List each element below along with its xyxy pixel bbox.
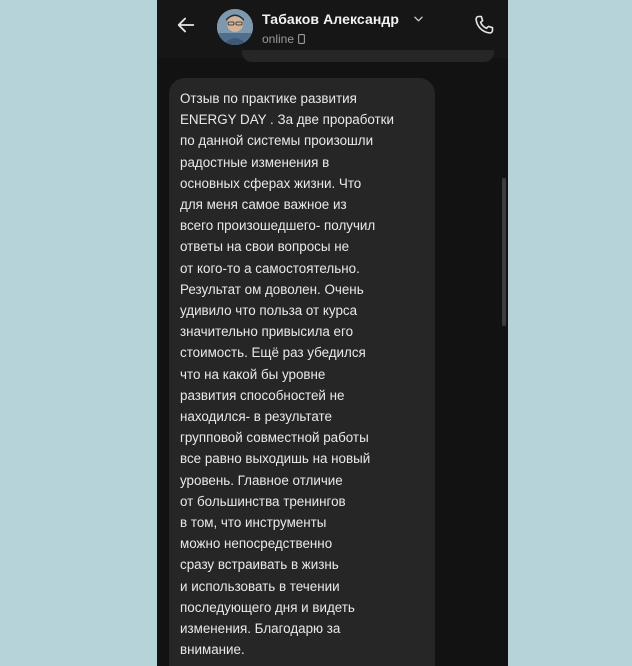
message-line: значительно привысила его [180,324,354,340]
phone-call-icon[interactable] [472,13,496,37]
message-line: от большинства тренингов [180,493,346,509]
message-bubble[interactable]: Отзыв по практике развития ENERGY DAY . … [169,78,435,666]
message-line: ответы на свои вопросы не [180,239,350,255]
message-line: последующего дня и видеть [180,599,355,615]
message-line: Отзыв по практике развития [180,91,357,106]
message-line: что на какой бы уровне [180,366,326,382]
message-line: в том, что инструменты [180,515,327,531]
previous-message-bubble [242,50,494,62]
message-line: уровень. Главное отличие [180,472,343,488]
online-status: online [262,32,295,46]
message-line: по данной системы произошли [180,133,374,149]
message-line: основных сферах жизни. Что [180,175,362,191]
message-line: и использовать в течении [180,578,340,594]
message-line: внимание. [180,642,245,658]
message-line: радостные изменения в [180,154,330,170]
scrollbar[interactable] [502,178,506,326]
message-line: всего произошедшего- получил [180,218,376,234]
message-line: от кого-то а самостоятельно. [180,260,360,276]
message-line: сразу встраивать в жизнь [180,557,339,573]
message-line: удивило что польза от курса [180,303,358,319]
message-line: для меня самое важное из [180,197,347,213]
mobile-phone-icon [298,34,305,44]
status-row: online [262,32,305,46]
message-line: можно непосредственно [180,536,333,552]
avatar-image [217,9,253,45]
message-line: изменения. Благодарю за [180,621,341,637]
message-line: ENERGY DAY . За две проработки [180,112,395,128]
message-line: групповой совместной работы [180,430,369,446]
message-line: развития способностей не [180,387,345,403]
message-line: находился- в результате [180,409,332,425]
chevron-down-icon[interactable] [414,16,423,22]
avatar[interactable] [217,9,253,45]
message-text: Отзыв по практике развития ENERGY DAY . … [180,88,432,660]
message-line: все равно выходишь на новый [180,451,371,467]
chat-screen: Табаков Александр online Отзыв по практи… [157,0,508,666]
arrow-left-icon[interactable] [175,14,197,36]
message-line: Результат ом доволен. Очень [180,281,364,297]
contact-name[interactable]: Табаков Александр [262,11,399,27]
message-line: стоимость. Ещё раз убедился [180,345,366,361]
